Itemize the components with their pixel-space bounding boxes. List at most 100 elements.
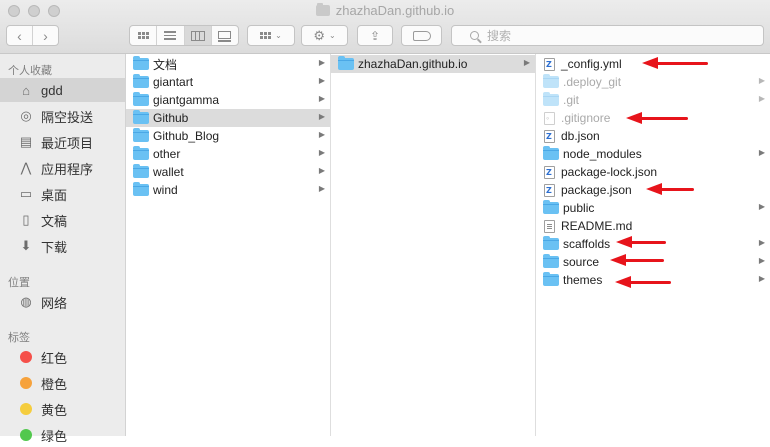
list-item[interactable]: node_modules ▶ [536,145,770,163]
list-item[interactable]: giantart ▶ [126,73,330,91]
folder-icon [133,146,149,160]
orange-tag-dot [20,377,32,389]
column-3: _config.yml .deploy_git▶ .git▶ .gitignor… [536,54,770,436]
sidebar-item-desktop[interactable]: ▭ 桌面 [0,182,125,206]
chevron-right-icon: ▶ [758,76,765,85]
list-item[interactable]: wind ▶ [126,181,330,199]
chevron-down-icon: ⌄ [275,31,282,40]
share-button[interactable]: ⇪ [357,25,393,46]
sidebar-tag-yellow[interactable]: 黄色 [0,397,125,421]
navigation-buttons: ‹ › [6,25,59,46]
sidebar-tag-green[interactable]: 绿色 [0,423,125,447]
sidebar-item-downloads[interactable]: ⬇ 下载 [0,234,125,258]
folder-icon [133,56,149,70]
list-item[interactable]: other ▶ [126,145,330,163]
search-field[interactable]: 搜索 [451,25,764,46]
chevron-right-icon: ▶ [318,76,325,85]
folder-icon [543,254,559,268]
list-item-selected[interactable]: Github ▶ [126,109,330,127]
chevron-down-icon: ⌄ [328,31,336,40]
green-tag-dot [20,429,32,441]
icon-view-button[interactable] [130,26,156,45]
red-tag-dot [20,351,32,363]
list-item[interactable]: Github_Blog ▶ [126,127,330,145]
icon-grid-icon [137,32,149,39]
window-toolbar: zhazhaDan.github.io ‹ › ⌄ ⚙ ⌄ ⇪ 搜索 [0,0,770,54]
list-item[interactable]: package-lock.json [536,163,770,181]
action-button[interactable]: ⚙ ⌄ [301,25,348,46]
sidebar-item-documents[interactable]: ▯ 文稿 [0,208,125,232]
list-item-selected[interactable]: zhazhaDan.github.io ▶ [331,55,535,73]
yellow-tag-dot [20,403,32,415]
list-item[interactable]: .deploy_git ▶ [536,73,770,91]
sidebar-item-network[interactable]: ◍ 网络 [0,290,125,314]
search-icon [470,31,479,40]
gallery-icon [218,30,232,42]
folder-icon [543,236,559,250]
folder-icon [315,3,330,16]
group-grid-icon [260,32,272,39]
list-view-button[interactable] [156,26,183,45]
sidebar-item-recents[interactable]: ▤ 最近项目 [0,130,125,154]
column-2: zhazhaDan.github.io ▶ [331,54,536,436]
sidebar-tag-red[interactable]: 红色 [0,345,125,369]
folder-icon [543,200,559,214]
search-placeholder: 搜索 [487,29,512,43]
column-1: 文档 ▶ giantart ▶ giantgamma ▶ Github ▶ Github… [126,54,331,436]
back-button[interactable]: ‹ [7,26,32,45]
chevron-right-icon: ▶ [758,274,765,283]
list-item[interactable]: .git ▶ [536,91,770,109]
chevron-right-icon: ▶ [318,94,325,103]
list-item[interactable]: scaffolds ▶ [536,235,770,253]
home-icon: ⌂ [22,82,30,98]
list-item[interactable]: README.md [536,217,770,235]
sidebar-item-gdd[interactable]: ⌂ gdd [0,78,125,102]
chevron-right-icon: ▶ [758,202,765,211]
chevron-right-icon: ▶ [758,238,765,247]
group-by-button[interactable]: ⌄ [247,25,295,46]
list-icon [164,29,177,42]
folder-icon [543,272,559,286]
folder-icon [133,92,149,106]
folder-icon [338,56,354,70]
document-icon [544,57,555,71]
sidebar: 个人收藏 ⌂ gdd ◎ 隔空投送 ▤ 最近项目 ⋀ 应用程序 ▭ 桌面 ▯ 文稿 ⬇ 下载 … [0,54,126,444]
downloads-icon: ⬇ [20,238,32,253]
gallery-view-button[interactable] [210,26,238,45]
chevron-right-icon: ▶ [318,58,325,67]
list-item[interactable]: wallet ▶ [126,163,330,181]
folder-icon [543,92,559,106]
chevron-right-icon: ▶ [318,130,325,139]
sidebar-tag-orange[interactable]: 橙色 [0,371,125,395]
gear-icon: ⚙ [313,27,325,43]
columns-icon [190,30,205,41]
sidebar-item-airdrop[interactable]: ◎ 隔空投送 [0,104,125,128]
list-item[interactable]: giantgamma ▶ [126,91,330,109]
group-by-seg: ⌄ [248,26,294,45]
folder-icon [543,74,559,88]
chevron-right-icon: ▶ [758,256,765,265]
list-item[interactable]: db.json [536,127,770,145]
list-item[interactable]: source ▶ [536,253,770,271]
forward-button[interactable]: › [32,26,58,45]
sidebar-item-applications[interactable]: ⋀ 应用程序 [0,156,125,180]
folder-icon [133,128,149,142]
document-icon [544,129,555,143]
tag-icon [412,30,431,41]
folder-icon [133,110,149,124]
share-icon: ⇪ [369,28,381,43]
folder-icon [133,182,149,196]
edit-tags-button[interactable] [401,25,442,46]
network-icon: ◍ [20,294,32,309]
action-seg: ⚙ ⌄ [302,26,347,45]
chevron-right-icon: › [43,27,48,44]
list-item[interactable]: public ▶ [536,199,770,217]
column-view-button[interactable] [183,26,211,45]
sidebar-header-tags: 标签 [8,332,30,344]
chevron-right-icon: ▶ [318,112,325,121]
documents-icon: ▯ [22,212,30,227]
list-item[interactable]: themes ▶ [536,271,770,289]
chevron-left-icon: ‹ [17,27,22,44]
desktop-icon: ▭ [19,186,33,201]
list-item[interactable]: 文档 ▶ [126,55,330,73]
